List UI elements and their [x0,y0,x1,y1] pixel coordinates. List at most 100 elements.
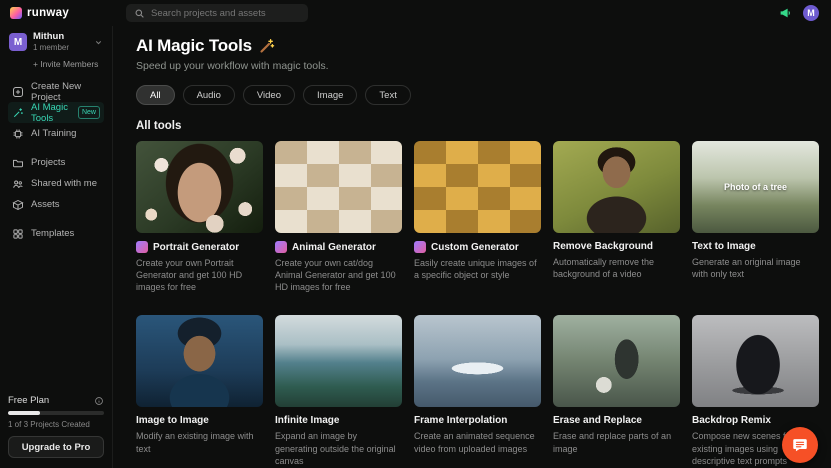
workspace-name: Mithun [33,32,69,43]
search-icon [134,8,145,19]
tool-description: Modify an existing image with text [136,430,263,454]
tool-thumbnail [275,315,402,407]
people-icon [12,178,24,190]
main-content: AI Magic Tools Speed up your workflow wi… [113,26,831,468]
sidebar-item-projects[interactable]: Projects [8,152,104,173]
magic-wand-icon [12,107,24,119]
sidebar-item-create-new-project[interactable]: Create New Project [8,81,104,102]
filter-pills: All Audio Video Image Text [136,85,819,105]
plan-usage-text: 1 of 3 Projects Created [8,420,104,429]
user-avatar[interactable]: M [803,5,819,21]
plan-progress-fill [8,411,40,415]
sidebar: M Mithun 1 member + Invite Members Creat… [0,26,113,468]
tool-description: Easily create unique images of a specifi… [414,257,541,281]
topbar: runway M [0,0,831,26]
tool-description: Erase and replace parts of an image [553,430,680,454]
tool-thumbnail [414,315,541,407]
invite-members-link[interactable]: + Invite Members [8,56,104,75]
generator-badge-icon [136,241,148,253]
generator-badge-icon [275,241,287,253]
plan-progress-bar [8,411,104,415]
tool-description: Create your own cat/dog Animal Generator… [275,257,402,293]
tool-name: Erase and Replace [553,415,642,426]
runway-app: runway M M Mithun 1 member [0,0,831,468]
sidebar-item-label: Templates [31,228,74,239]
tool-name: Infinite Image [275,415,339,426]
filter-pill-video[interactable]: Video [243,85,295,105]
tool-card-remove-background[interactable]: Remove Background Automatically remove t… [553,141,680,293]
page-subtitle: Speed up your workflow with magic tools. [136,60,819,72]
filter-pill-all[interactable]: All [136,85,175,105]
sidebar-item-label: AI Magic Tools [31,102,71,124]
tool-card-portrait-generator[interactable]: Portrait Generator Create your own Portr… [136,141,263,293]
sidebar-item-label: Shared with me [31,178,97,189]
tool-description: Automatically remove the background of a… [553,256,680,280]
support-chat-button[interactable] [782,427,818,463]
tool-thumbnail [553,141,680,233]
tool-name: Portrait Generator [153,242,239,253]
sidebar-nav: Create New Project AI Magic Tools New AI… [8,81,104,244]
tool-card-infinite-image[interactable]: Infinite Image Expand an image by genera… [275,315,402,466]
grid-icon [12,228,24,240]
tool-thumbnail [136,141,263,233]
chevron-down-icon [94,38,103,47]
sidebar-item-label: Assets [31,199,60,210]
tool-description: Create your own Portrait Generator and g… [136,257,263,293]
tool-card-text-to-image[interactable]: Photo of a tree Text to Image Generate a… [692,141,819,293]
runway-logo-text: runway [27,7,69,19]
workspace-members: 1 member [33,43,69,52]
page-title: AI Magic Tools [136,36,252,56]
tool-card-image-to-image[interactable]: Image to Image Modify an existing image … [136,315,263,466]
folder-icon [12,157,24,169]
tool-card-animal-generator[interactable]: Animal Generator Create your own cat/dog… [275,141,402,293]
plan-panel: Free Plan 1 of 3 Projects Created Upgrad… [8,395,104,458]
tool-description: Create an animated sequence video from u… [414,430,541,454]
upgrade-to-pro-button[interactable]: Upgrade to Pro [8,436,104,458]
tools-grid: Portrait Generator Create your own Portr… [136,141,819,467]
generator-badge-icon [414,241,426,253]
tool-card-custom-generator[interactable]: Custom Generator Easily create unique im… [414,141,541,293]
tool-name: Animal Generator [292,242,376,253]
tool-thumbnail: Photo of a tree [692,141,819,233]
tool-thumbnail [275,141,402,233]
topbar-right: M [778,5,819,21]
workspace-meta: Mithun 1 member [33,32,69,52]
workspace-avatar: M [9,33,27,51]
filter-pill-audio[interactable]: Audio [183,85,235,105]
tool-card-erase-and-replace[interactable]: Erase and Replace Erase and replace part… [553,315,680,466]
sidebar-item-label: Projects [31,157,65,168]
tool-thumbnail [136,315,263,407]
sidebar-item-ai-magic-tools[interactable]: AI Magic Tools New [8,102,104,123]
search-input[interactable] [151,8,300,19]
info-icon [94,396,104,406]
filter-pill-text[interactable]: Text [365,85,410,105]
sidebar-item-label: Create New Project [31,81,100,103]
tool-thumbnail [553,315,680,407]
tool-name: Text to Image [692,241,756,252]
runway-logo[interactable]: runway [10,7,113,19]
tool-name: Backdrop Remix [692,415,771,426]
plus-square-icon [12,86,24,98]
section-title: All tools [136,120,819,132]
box-icon [12,199,24,211]
sidebar-item-ai-training[interactable]: AI Training [8,123,104,144]
search-bar [126,4,308,22]
workspace-switcher[interactable]: M Mithun 1 member [8,28,104,56]
tool-name: Frame Interpolation [414,415,507,426]
sidebar-item-templates[interactable]: Templates [8,223,104,244]
tool-description: Expand an image by generating outside th… [275,430,402,466]
tool-name: Remove Background [553,241,653,252]
sidebar-item-shared-with-me[interactable]: Shared with me [8,173,104,194]
ai-training-icon [12,128,24,140]
tool-thumbnail [692,315,819,407]
sidebar-item-assets[interactable]: Assets [8,194,104,215]
new-badge: New [78,106,100,119]
tool-description: Generate an original image with only tex… [692,256,819,280]
tool-thumbnail [414,141,541,233]
tool-name: Custom Generator [431,242,519,253]
announcements-icon[interactable] [778,6,792,20]
runway-logo-icon [10,7,22,19]
chat-bubble-icon [791,436,809,454]
filter-pill-image[interactable]: Image [303,85,357,105]
tool-card-frame-interpolation[interactable]: Frame Interpolation Create an animated s… [414,315,541,466]
